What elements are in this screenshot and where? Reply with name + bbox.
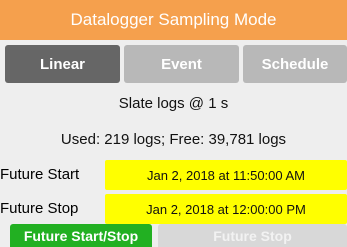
slate-logs-rate: Slate logs @ 1 s xyxy=(118,95,229,112)
future-stop-time-field[interactable]: Jan 2, 2018 at 12:00:00 PM xyxy=(105,194,347,224)
future-stop-button[interactable]: Future Stop xyxy=(158,224,347,247)
mode-selector: Linear Event Schedule xyxy=(0,45,347,85)
datalogger-screen: Datalogger Sampling Mode Linear Event Sc… xyxy=(0,0,347,247)
schedule-mode-button[interactable]: Schedule xyxy=(243,45,347,83)
future-start-label: Future Start xyxy=(0,166,80,183)
event-mode-button[interactable]: Event xyxy=(124,45,239,83)
title-bar: Datalogger Sampling Mode xyxy=(0,0,347,40)
future-start-time-field[interactable]: Jan 2, 2018 at 11:50:00 AM xyxy=(105,160,347,190)
future-start-stop-button[interactable]: Future Start/Stop xyxy=(10,224,152,247)
page-title: Datalogger Sampling Mode xyxy=(70,10,277,29)
future-stop-label: Future Stop xyxy=(0,200,79,217)
log-usage-summary: Used: 219 logs; Free: 39,781 logs xyxy=(60,131,287,148)
linear-mode-button[interactable]: Linear xyxy=(5,45,120,83)
